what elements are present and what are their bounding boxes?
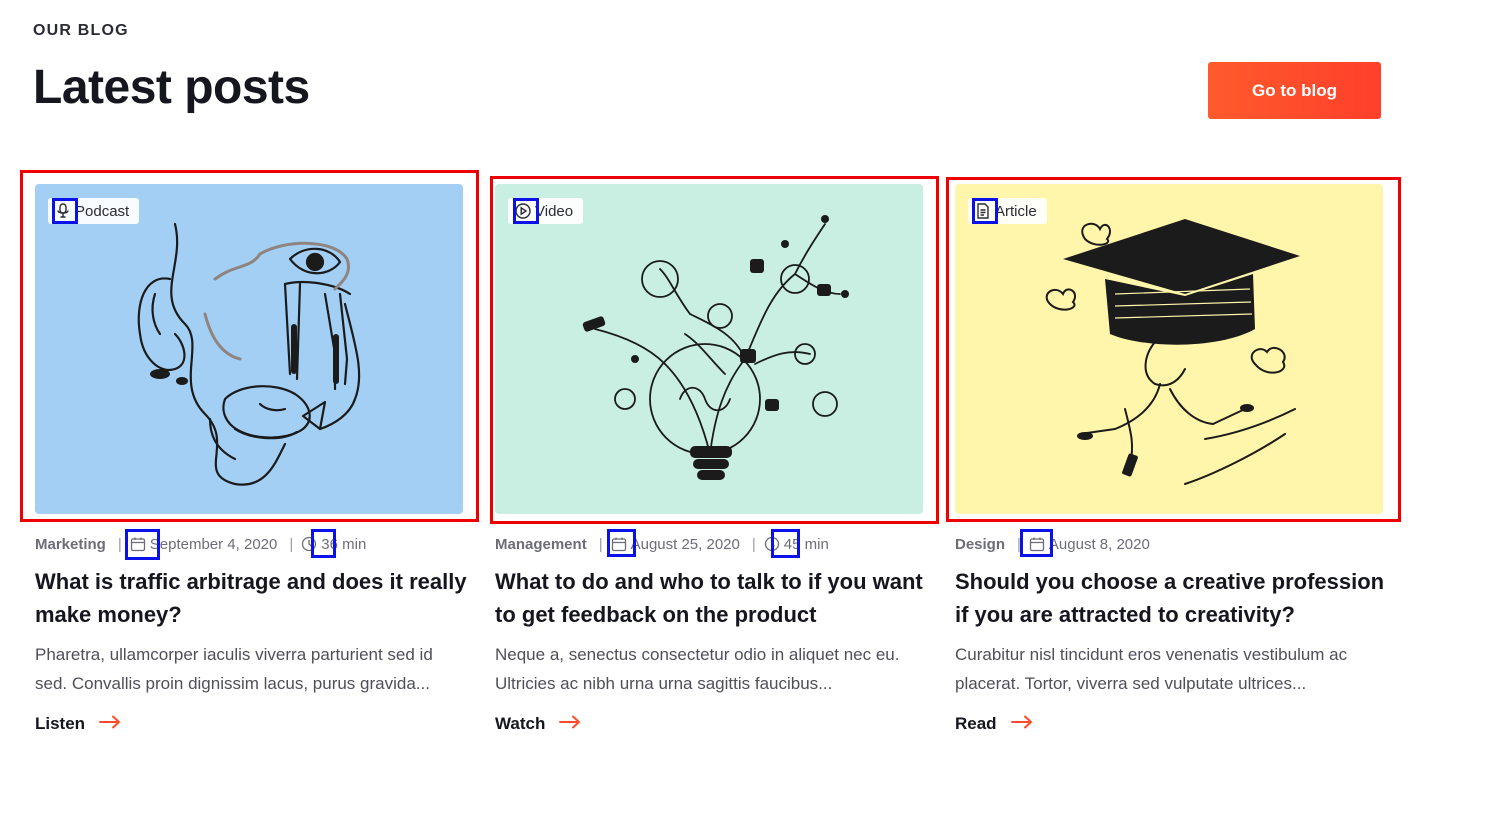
post-duration: 45 min <box>783 535 829 553</box>
calendar-icon <box>130 536 146 552</box>
post-excerpt: Neque a, senectus consectetur odio in al… <box>495 645 900 693</box>
post-meta: Marketing | September 4, 2020 | 36 min <box>35 533 366 555</box>
blog-eyebrow: OUR BLOG <box>33 22 129 39</box>
document-icon <box>974 202 992 220</box>
meta-separator: | <box>598 535 603 553</box>
arrow-right-icon <box>1010 714 1033 734</box>
post-type-tag: Video <box>508 198 584 224</box>
meta-separator: | <box>1017 535 1021 553</box>
post-type-tag: Podcast <box>48 198 140 224</box>
post-image[interactable]: Video <box>495 184 923 514</box>
post-date: August 8, 2020 <box>1048 535 1150 553</box>
meta-separator: | <box>289 535 294 553</box>
post-type-label: Video <box>535 202 574 220</box>
go-to-blog-button[interactable]: Go to blog <box>1208 62 1381 119</box>
meta-separator: | <box>751 535 756 553</box>
post-category[interactable]: Marketing <box>35 536 106 553</box>
arrow-right-icon <box>559 714 581 734</box>
listen-link[interactable]: Listen <box>35 714 121 734</box>
play-circle-icon <box>514 202 532 220</box>
post-category[interactable]: Design <box>955 536 1005 553</box>
clock-icon <box>764 536 780 552</box>
post-type-tag: Article <box>968 198 1047 224</box>
post-meta: Design | August 8, 2020 <box>955 533 1150 555</box>
post-duration: 36 min <box>321 535 367 553</box>
post-card-podcast[interactable]: Podcast <box>35 184 463 514</box>
post-type-label: Article <box>995 202 1037 220</box>
post-meta: Management | August 25, 2020 | 45 min <box>495 533 829 555</box>
watch-link[interactable]: Watch <box>495 714 581 734</box>
microphone-icon <box>54 202 72 220</box>
post-category[interactable]: Management <box>495 536 587 553</box>
post-date: August 25, 2020 <box>630 535 740 553</box>
post-type-label: Podcast <box>75 202 130 220</box>
clock-icon <box>301 536 317 552</box>
calendar-icon <box>1029 536 1045 552</box>
graduation-cap-illustration <box>1045 219 1300 485</box>
post-title[interactable]: What is traffic arbitrage and does it re… <box>35 565 475 631</box>
arrow-right-icon <box>99 714 121 734</box>
action-label: Read <box>955 714 997 733</box>
post-title[interactable]: What to do and who to talk to if you wan… <box>495 565 935 631</box>
post-card-video[interactable]: Video <box>495 184 923 514</box>
post-excerpt: Curabitur nisl tincidunt eros venenatis … <box>955 645 1348 693</box>
podcast-illustration <box>137 222 361 486</box>
post-date: September 4, 2020 <box>149 535 278 553</box>
post-card-article[interactable]: Article <box>955 184 1383 514</box>
action-label: Listen <box>35 714 86 733</box>
post-image[interactable]: Article <box>955 184 1383 514</box>
read-link[interactable]: Read <box>955 714 1033 734</box>
meta-separator: | <box>117 535 122 553</box>
calendar-icon <box>611 536 627 552</box>
post-excerpt: Pharetra, ullamcorper iaculis viverra pa… <box>35 645 433 693</box>
action-label: Watch <box>495 714 546 733</box>
post-image[interactable]: Podcast <box>35 184 463 514</box>
page-title: Latest posts <box>33 61 310 114</box>
post-title[interactable]: Should you choose a creative profession … <box>955 565 1395 631</box>
lightbulb-tree-illustration <box>582 215 849 480</box>
